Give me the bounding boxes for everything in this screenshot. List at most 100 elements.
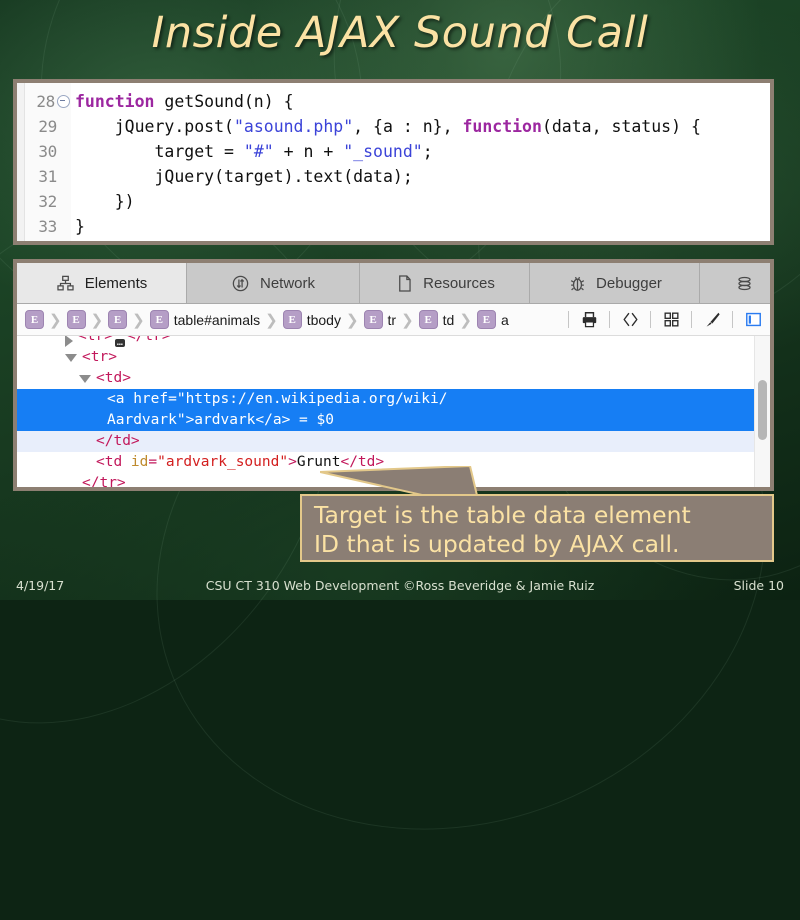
disclosure-triangle-expanded-icon[interactable]: [79, 374, 91, 383]
code-token: target =: [75, 142, 244, 161]
collapsed-children-ellipsis-icon[interactable]: …: [114, 338, 125, 347]
network-icon: [231, 273, 251, 293]
breadcrumb-item[interactable]: Etbody: [282, 310, 341, 329]
breadcrumb: E ❯ E ❯ E ❯ Etable#animals ❯ Etbody ❯ Etr ❯ Etd ❯ Ea: [17, 304, 770, 336]
code-token: function: [75, 92, 165, 111]
dom-tree-row[interactable]: <a href="https://en.wikipedia.org/wiki/A…: [17, 389, 754, 431]
dom-tree-row[interactable]: <td>: [17, 368, 754, 389]
dom-token: </td>: [96, 433, 140, 449]
slide-footer: 4/19/17 CSU CT 310 Web Development ©Ross…: [0, 578, 800, 600]
tab-network[interactable]: Network: [187, 263, 360, 303]
chevron-right-icon: ❯: [401, 311, 414, 329]
code-token: + n +: [273, 142, 344, 161]
toolbar-divider: [568, 311, 569, 328]
bug-icon: [567, 273, 587, 293]
selected-node-line-1: <a href="https://en.wikipedia.org/wiki/: [107, 391, 448, 407]
line-number-row: 30: [25, 139, 71, 164]
footer-credit: CSU CT 310 Web Development ©Ross Beverid…: [205, 578, 595, 593]
element-badge-icon: E: [108, 310, 128, 329]
sitemap-icon: [56, 273, 76, 293]
footer-slide-number: Slide 10: [733, 578, 784, 593]
selected-node-line-2: Aardvark">ardvark</a> = $0: [107, 412, 334, 428]
element-badge-icon: E: [282, 310, 302, 329]
database-icon: [735, 273, 755, 293]
breadcrumb-item[interactable]: E: [25, 310, 44, 329]
element-badge-icon: E: [476, 310, 496, 329]
breadcrumb-item[interactable]: Ea: [476, 310, 509, 329]
editor-margin-strip: [17, 83, 25, 241]
breadcrumb-item[interactable]: Etr: [363, 310, 396, 329]
breadcrumb-label: a: [500, 311, 509, 328]
code-token: "asound.php": [233, 117, 354, 136]
tab-debugger[interactable]: Debugger: [530, 263, 700, 303]
line-number-row: 28: [25, 89, 71, 114]
code-token: jQuery(target).text(data);: [75, 167, 413, 186]
dom-token: <tr>: [78, 336, 113, 344]
dom-token: <tr>: [82, 349, 117, 365]
code-token: , {a : n},: [353, 117, 463, 136]
callout-box: Target is the table data element ID that…: [300, 494, 774, 562]
tab-resources[interactable]: Resources: [360, 263, 530, 303]
line-number: 29: [38, 117, 57, 136]
chevron-right-icon: ❯: [132, 311, 145, 329]
toolbar-divider: [609, 311, 610, 328]
dom-token: </tr>: [126, 336, 171, 344]
line-number: 30: [38, 142, 57, 161]
tab-storage[interactable]: [700, 263, 770, 303]
callout-line-2: ID that is updated by AJAX call.: [314, 530, 680, 558]
breadcrumb-item[interactable]: E: [66, 310, 86, 329]
line-number: 33: [38, 217, 57, 236]
toolbar-divider: [732, 311, 733, 328]
breadcrumb-item[interactable]: Etable#animals: [149, 310, 260, 329]
dom-token: "ardvark_sound": [157, 454, 289, 470]
page-title: Inside AJAX Sound Call: [151, 8, 649, 58]
code-line: }: [75, 214, 770, 239]
dom-tree-row[interactable]: <tr>… </tr>: [17, 336, 754, 347]
line-number-row: 31: [25, 164, 71, 189]
code-brackets-icon[interactable]: [619, 309, 641, 331]
code-token: ;: [422, 142, 433, 161]
scrollbar-thumb[interactable]: [758, 380, 767, 440]
chevron-right-icon: ❯: [49, 311, 62, 329]
code-token: jQuery.post(: [75, 117, 234, 136]
line-number-row: 32: [25, 189, 71, 214]
dom-tree: <tr>… </tr> <tr> <td> <a href="https://en.wi…: [17, 336, 754, 487]
breadcrumb-label: tbody: [306, 311, 341, 328]
document-icon: [394, 273, 414, 293]
code-token: }: [75, 217, 85, 236]
element-badge-icon: E: [66, 310, 86, 329]
devtools-tabbar: Elements Network Resources Debugger: [17, 263, 770, 304]
toolbar-divider: [650, 311, 651, 328]
code-line: jQuery(target).text(data);: [75, 164, 770, 189]
code-token: (data, status) {: [541, 117, 701, 136]
code-editor-panel: 28 29 30 31 32 33 function getSound(n) { jQue…: [13, 79, 774, 245]
disclosure-triangle-collapsed-icon[interactable]: [65, 336, 73, 347]
toolbar-divider: [691, 311, 692, 328]
line-number-row: 29: [25, 114, 71, 139]
code-line: jQuery.post("asound.php", {a : n}, funct…: [75, 114, 770, 139]
dom-token: </tr>: [82, 475, 126, 487]
dom-tree-row[interactable]: <tr>: [17, 347, 754, 368]
code-line: target = "#" + n + "_sound";: [75, 139, 770, 164]
code-content: function getSound(n) { jQuery.post("asou…: [71, 83, 770, 241]
breadcrumb-item[interactable]: Etd: [418, 310, 454, 329]
dom-tree-viewport: <tr>… </tr> <tr> <td> <a href="https://en.wi…: [17, 336, 770, 487]
line-number-gutter: 28 29 30 31 32 33: [25, 83, 71, 241]
breadcrumb-toolbar: [559, 309, 770, 331]
tab-elements[interactable]: Elements: [17, 263, 187, 303]
dom-tree-scrollbar[interactable]: [754, 336, 770, 487]
dom-token: >: [288, 454, 297, 470]
tab-label: Network: [259, 274, 315, 292]
code-fold-icon[interactable]: [57, 95, 70, 108]
grid-icon[interactable]: [660, 309, 682, 331]
panel-toggle-icon[interactable]: [742, 309, 764, 331]
code-token: "#": [243, 142, 274, 161]
breadcrumb-item[interactable]: E: [108, 310, 128, 329]
disclosure-triangle-expanded-icon[interactable]: [65, 353, 77, 362]
dom-token: =: [148, 454, 158, 470]
dom-tree-row[interactable]: </td>: [17, 431, 754, 452]
paintbrush-icon[interactable]: [701, 309, 723, 331]
code-line: }): [75, 189, 770, 214]
line-number: 32: [38, 192, 57, 211]
print-icon[interactable]: [578, 309, 600, 331]
